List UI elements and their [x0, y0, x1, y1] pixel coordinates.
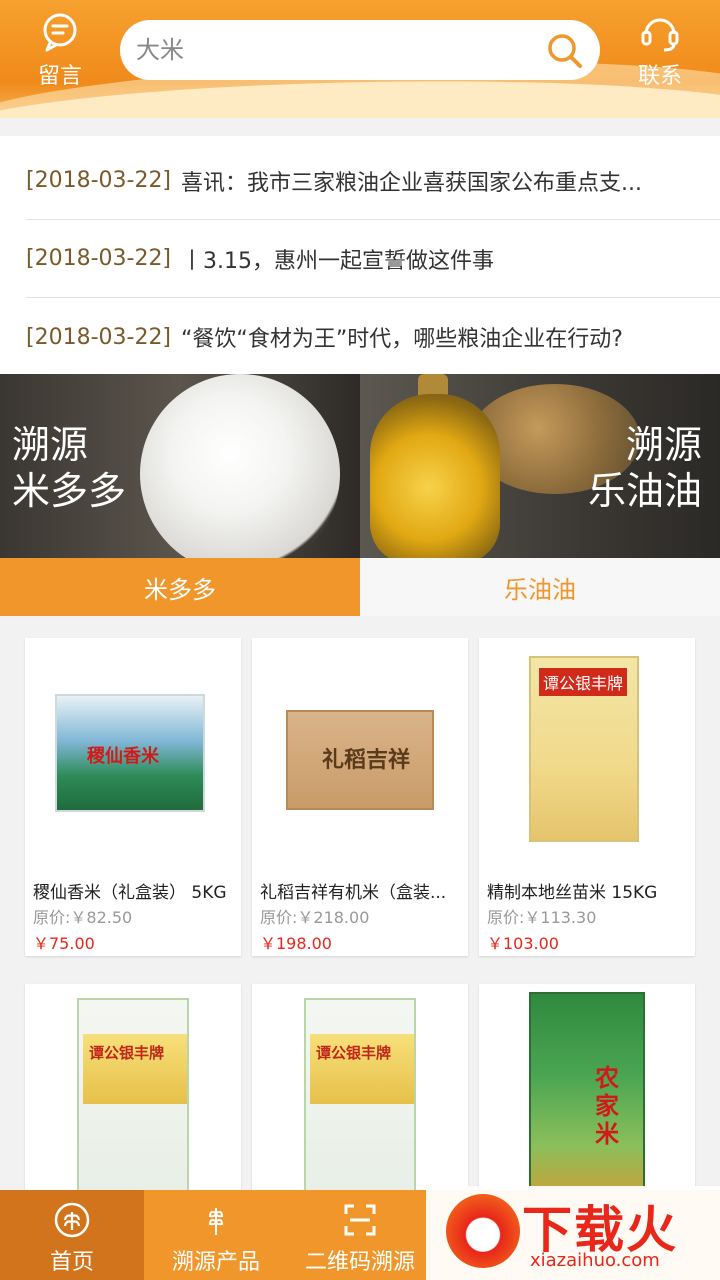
wheat-icon	[208, 1208, 224, 1235]
watermark-overlay: 下载火 xiazaihuo.com	[426, 1186, 720, 1280]
product-image: 谭公银丰牌	[252, 984, 468, 1204]
product-card[interactable]: 稷仙香米 稷仙香米（礼盒装） 5KG 原价:￥82.50 ￥75.00	[25, 638, 241, 956]
product-card[interactable]: 谭公银丰牌	[25, 984, 241, 1204]
search-input[interactable]	[136, 30, 536, 70]
product-name: 精制本地丝苗米 15KG	[487, 883, 658, 903]
news-title: “餐饮“食材为王”时代，哪些粮油企业在行动?	[181, 327, 623, 352]
search-bar[interactable]	[120, 20, 600, 80]
news-title: 喜讯：我市三家粮油企业喜获国家公布重点支...	[181, 170, 643, 196]
nav-trace-products-label: 溯源产品	[171, 1250, 260, 1275]
tab-mi-duo-duo[interactable]: 米多多	[0, 558, 360, 616]
banner-right-line2: 乐油油	[587, 469, 702, 513]
package-label: 谭公银丰牌	[539, 668, 628, 696]
product-card[interactable]: 谭公银丰牌	[252, 984, 468, 1204]
rice-bowl-image	[140, 374, 340, 558]
news-item[interactable]: [2018-03-22] 丨3.15，惠州一起宣誓做这件事	[26, 220, 720, 298]
product-image: 稷仙香米	[25, 638, 241, 872]
chat-bubble-icon	[43, 13, 77, 52]
rice-bag-package: 谭公银丰牌	[529, 656, 639, 842]
search-icon[interactable]	[544, 30, 584, 70]
product-price: ￥103.00	[487, 934, 559, 953]
watermark-url: xiazaihuo.com	[530, 1250, 660, 1271]
product-price: ￥198.00	[260, 934, 332, 953]
nav-qr-trace[interactable]: 二维码溯源	[288, 1190, 432, 1280]
package-label: 稷仙香米	[87, 746, 159, 767]
fire-logo-icon	[446, 1194, 520, 1268]
news-list: [2018-03-22] 喜讯：我市三家粮油企业喜获国家公布重点支... [20…	[0, 136, 720, 374]
product-image: 谭公银丰牌	[479, 638, 695, 872]
wheat-circle-icon	[54, 1202, 90, 1238]
product-price: ￥75.00	[33, 934, 95, 953]
rice-bag-package: 谭公银丰牌	[77, 998, 189, 1198]
scan-icon	[344, 1204, 376, 1236]
product-grid: 稷仙香米 稷仙香米（礼盒装） 5KG 原价:￥82.50 ￥75.00 礼稻吉祥…	[0, 636, 720, 1204]
news-date: [2018-03-22]	[26, 246, 172, 271]
news-item[interactable]: [2018-03-22] “餐饮“食材为王”时代，哪些粮油企业在行动?	[26, 298, 720, 376]
app-screen: { "header": { "message_label": "留言", "co…	[0, 0, 720, 1280]
message-label: 留言	[37, 64, 82, 89]
product-name: 礼稻吉祥有机米（盒装...	[260, 883, 447, 903]
rice-bag-package: 农家米	[529, 992, 645, 1198]
nav-home-label: 首页	[49, 1250, 94, 1275]
package-label: 谭公银丰牌	[89, 1044, 165, 1062]
product-name: 稷仙香米（礼盒装） 5KG	[33, 883, 227, 903]
tab-le-you-you[interactable]: 乐油油	[360, 558, 720, 616]
rice-bag-package: 谭公银丰牌	[304, 998, 416, 1198]
news-date: [2018-03-22]	[26, 324, 172, 350]
banner-left-text: 溯源 米多多	[12, 422, 126, 514]
message-button[interactable]: 留言	[20, 10, 100, 90]
package-label-panel: 谭公银丰牌	[83, 1034, 187, 1104]
banner-right-line1: 溯源	[625, 423, 702, 467]
product-card[interactable]: 农家米	[479, 984, 695, 1204]
top-header: 留言 联系	[0, 0, 720, 118]
package-label: 农家米	[595, 1064, 619, 1148]
product-image: 农家米	[479, 984, 695, 1204]
oil-bottle-image	[370, 394, 500, 558]
package-label: 谭公银丰牌	[316, 1044, 392, 1062]
news-title: 丨3.15，惠州一起宣誓做这件事	[181, 248, 495, 274]
product-card[interactable]: 礼稻吉祥 礼稻吉祥有机米（盒装... 原价:￥218.00 ￥198.00	[252, 638, 468, 956]
package-label-panel: 谭公银丰牌	[310, 1034, 414, 1104]
package-label: 礼稻吉祥	[322, 748, 411, 773]
gift-box-package: 礼稻吉祥	[286, 710, 434, 810]
contact-label: 联系	[637, 64, 682, 89]
headset-icon	[641, 18, 679, 52]
gift-box-package: 稷仙香米	[55, 694, 205, 812]
product-image: 谭公银丰牌	[25, 984, 241, 1204]
banner-left-line1: 溯源	[12, 423, 89, 467]
news-date: [2018-03-22]	[26, 168, 172, 193]
product-original-price: 原价:￥113.30	[487, 908, 597, 927]
product-card[interactable]: 谭公银丰牌 精制本地丝苗米 15KG 原价:￥113.30 ￥103.00	[479, 638, 695, 956]
product-original-price: 原价:￥82.50	[33, 908, 133, 927]
contact-button[interactable]: 联系	[620, 10, 700, 90]
category-tabs: 米多多 乐油油	[0, 558, 720, 616]
product-original-price: 原价:￥218.00	[260, 908, 370, 927]
nav-home[interactable]: 首页	[0, 1190, 144, 1280]
nav-trace-products[interactable]: 溯源产品	[144, 1190, 288, 1280]
banner-right-text: 溯源 乐油油	[588, 422, 702, 514]
banner-left-line2: 米多多	[12, 469, 127, 513]
product-image: 礼稻吉祥	[252, 638, 468, 872]
nav-qr-trace-label: 二维码溯源	[304, 1250, 415, 1275]
news-item[interactable]: [2018-03-22] 喜讯：我市三家粮油企业喜获国家公布重点支...	[26, 142, 720, 220]
